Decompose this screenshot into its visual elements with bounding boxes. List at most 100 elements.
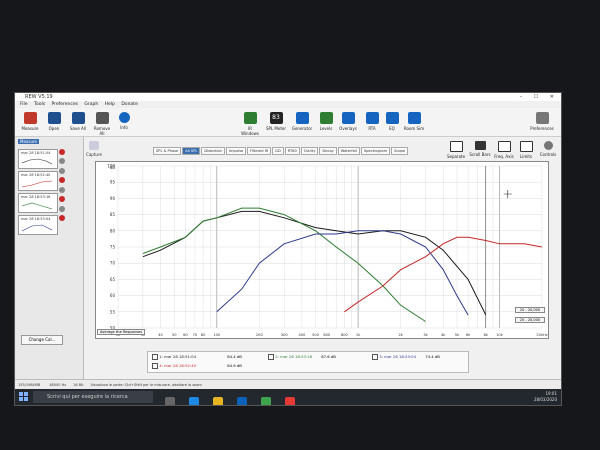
app-icon[interactable] (261, 397, 272, 405)
measurement-item[interactable]: mar 28 18:53:04 (18, 215, 58, 235)
range-button[interactable]: 20 - 20,000 (515, 317, 545, 323)
preferences-button[interactable]: Preferences (527, 112, 557, 131)
legend-name: 1: mar 28 18:51:04 (159, 354, 197, 359)
measure-button[interactable]: Measure (19, 112, 41, 131)
x-tick-label: 200 (256, 333, 264, 337)
room-sim-button[interactable]: Room Sim (403, 112, 425, 131)
overlays-icon (341, 112, 355, 124)
measurement-item[interactable]: mar 28 18:52:40 (18, 171, 58, 191)
title-bar: REW V5.19 – ☐ ✕ (15, 93, 561, 101)
store-icon[interactable] (237, 397, 248, 405)
tab-scope[interactable]: Scope (391, 147, 409, 155)
measurement-controls (59, 149, 67, 224)
limits-button[interactable]: Limits (515, 141, 537, 159)
tab-waterfall[interactable]: Waterfall (337, 147, 360, 155)
info-icon (118, 112, 130, 123)
file-explorer-icon[interactable] (213, 397, 224, 405)
tab-impulse[interactable]: Impulse (225, 147, 247, 155)
legend-checkbox[interactable] (268, 354, 274, 360)
legend-name: 2: mar 28 18:53:16 (275, 354, 313, 359)
menu-help[interactable]: Help (105, 102, 115, 107)
spl-chart[interactable]: dB10095908580757065605550Hz 30 40 50 60 70 80 1… (96, 162, 548, 338)
save-all-button[interactable]: Save All (67, 112, 89, 131)
measurement-item[interactable]: mar 28 18:53:16 (18, 193, 58, 213)
main-toolbar: Measure Open Save All Remove All Info IR… (15, 108, 561, 137)
measurement-item[interactable]: mar 28 18:51:04 (18, 149, 58, 169)
windows-start-icon[interactable] (19, 392, 28, 401)
legend-item[interactable]: 3: mar 28 18:53:04 74.4 dB (372, 354, 440, 360)
app-window: REW V5.19 – ☐ ✕ File Tools Preferences G… (14, 92, 562, 406)
system-tray[interactable]: 19:01 28/03/2020 (534, 391, 557, 403)
controls-button[interactable]: Controls (537, 141, 559, 157)
average-responses-button[interactable]: Average the Responses (97, 329, 146, 335)
taskbar-search[interactable]: Scrivi qui per eseguire la ricerca (33, 391, 153, 403)
settings-icon[interactable] (59, 187, 65, 193)
levels-button[interactable]: Levels (315, 112, 337, 131)
panel-tab[interactable]: Measure (18, 139, 39, 144)
eq-button[interactable]: EQ (381, 112, 403, 131)
tab-filtered-ir[interactable]: Filtered IR (247, 147, 272, 155)
ir-windows-button[interactable]: IR Windows (239, 112, 261, 136)
remove-measurement-icon[interactable] (59, 149, 65, 155)
tab-all-spl[interactable]: All SPL (182, 147, 201, 155)
legend-item[interactable]: 2: mar 28 18:53:16 87.6 dB (268, 354, 336, 360)
info-button[interactable]: Info (113, 112, 135, 130)
tab-gd[interactable]: GD (272, 147, 284, 155)
rta-button[interactable]: RTA (361, 112, 383, 131)
scroll-bars-button[interactable]: Scroll Bars (469, 141, 491, 157)
menu-graph[interactable]: Graph (84, 102, 98, 107)
settings-icon[interactable] (59, 168, 65, 174)
legend-value: 87.6 dB (321, 354, 336, 359)
open-button[interactable]: Open (43, 112, 65, 131)
spl-graph[interactable]: dB 100 95 90 85 80 75 70 65 60 55 50 Hz 30 40 50 60 70 80 1… (95, 161, 549, 339)
spl-meter-button[interactable]: 83 SPL Meter (265, 112, 287, 131)
edge-icon[interactable] (189, 397, 200, 405)
menu-preferences[interactable]: Preferences (52, 102, 78, 107)
legend-panel: 1: mar 28 18:51:04 84.4 dB 2: mar 28 18:… (147, 351, 469, 373)
legend-checkbox[interactable] (152, 363, 158, 369)
remove-measurement-icon[interactable] (59, 196, 65, 202)
settings-icon[interactable] (59, 206, 65, 212)
bit-depth: 16 Bit (73, 383, 84, 387)
tab-decay[interactable]: Decay (319, 147, 337, 155)
legend-name: 4: mar 28 18:52:40 (159, 363, 197, 368)
settings-icon[interactable] (59, 158, 65, 164)
y-tick-label: 70 (110, 261, 116, 266)
tab-spl-phase[interactable]: SPL & Phase (153, 147, 182, 155)
y-tick-label: 60 (110, 293, 116, 298)
remove-all-button[interactable]: Remove All (91, 112, 113, 136)
legend-checkbox[interactable] (152, 354, 158, 360)
window-controls[interactable]: – ☐ ✕ (520, 93, 559, 101)
remove-measurement-icon[interactable] (59, 177, 65, 183)
legend-item[interactable]: 4: mar 28 18:52:40 84.9 dB (152, 363, 242, 369)
x-tick-label: 600 (323, 333, 331, 337)
menu-file[interactable]: File (20, 102, 28, 107)
x-tick-label: 100 (213, 333, 221, 337)
x-tick-label: 400 (298, 333, 306, 337)
remove-measurement-icon[interactable] (59, 215, 65, 221)
change-cal-button[interactable]: Change Cal... (21, 335, 63, 345)
legend-item[interactable]: 1: mar 28 18:51:04 84.4 dB (152, 354, 242, 360)
y-tick-label: 65 (110, 277, 116, 282)
tab-rt60[interactable]: RT60 (284, 147, 300, 155)
separate-button[interactable]: Separate (445, 141, 467, 159)
measurement-thumbnail (22, 224, 52, 232)
x-tick-label: 8k (484, 333, 489, 337)
task-view-icon[interactable] (165, 397, 175, 405)
x-tick-label: 6k (466, 333, 471, 337)
menu-tools[interactable]: Tools (34, 102, 45, 107)
freq-axis-button[interactable]: Freq. Axis (493, 141, 515, 159)
generator-icon (295, 112, 309, 124)
tab-clarity[interactable]: Clarity (300, 147, 319, 155)
range-button[interactable]: 20 - 20,000 (515, 307, 545, 313)
app-icon[interactable] (285, 397, 296, 405)
overlays-button[interactable]: Overlays (337, 112, 359, 131)
capture-button[interactable]: Capture (83, 141, 105, 157)
legend-checkbox[interactable] (372, 354, 378, 360)
generator-button[interactable]: Generator (291, 112, 313, 131)
tab-spectrogram[interactable]: Spectrogram (360, 147, 391, 155)
tab-distortion[interactable]: Distortion (201, 147, 225, 155)
menu-donate[interactable]: Donate (121, 102, 137, 107)
y-tick-label: 80 (110, 228, 116, 233)
camera-icon (89, 141, 99, 150)
